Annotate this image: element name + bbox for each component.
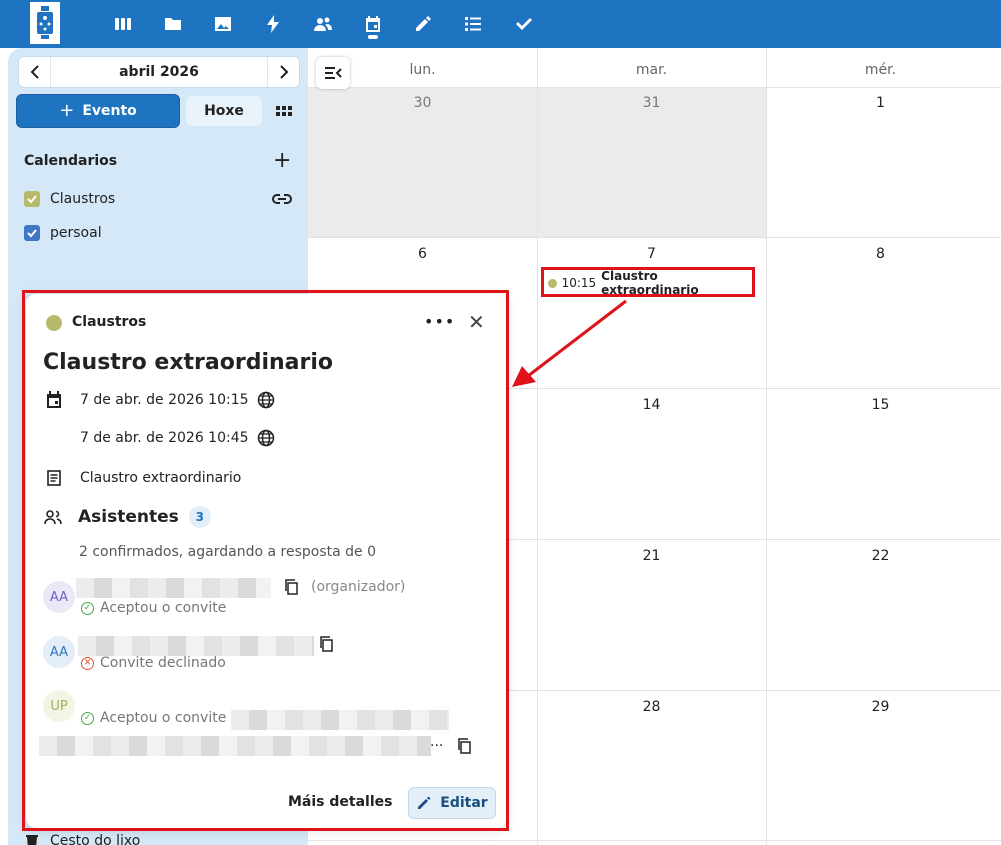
chevron-left-icon	[30, 65, 39, 79]
weekday-header: mar.	[635, 62, 668, 78]
day-number[interactable]: 30	[308, 95, 537, 111]
calendars-heading: Calendarios	[24, 153, 118, 169]
activity-icon[interactable]	[257, 8, 289, 40]
grid-divider	[766, 48, 767, 845]
day-number[interactable]: 28	[537, 699, 766, 715]
day-number[interactable]: 29	[766, 699, 995, 715]
day-number[interactable]: 21	[537, 548, 766, 564]
today-button[interactable]: Hoxe	[186, 96, 262, 126]
day-number[interactable]: 1	[766, 95, 995, 111]
top-app-bar	[0, 0, 1001, 48]
weekday-header: lun.	[409, 62, 436, 78]
trash-label: Cesto do lixo	[50, 833, 141, 845]
weekday-header: mér.	[864, 62, 897, 78]
logo[interactable]	[30, 2, 60, 44]
new-event-label: Evento	[82, 103, 137, 119]
calendar-item-claustros[interactable]: Claustros	[24, 189, 115, 209]
plus-icon: +	[59, 100, 75, 121]
calendar-label: persoal	[50, 225, 102, 241]
day-number[interactable]: 14	[537, 397, 766, 413]
share-link-icon[interactable]	[272, 191, 292, 207]
month-label[interactable]: abril 2026	[51, 57, 267, 87]
trash-bin[interactable]: Cesto do lixo	[24, 833, 140, 845]
files-icon[interactable]	[157, 8, 189, 40]
active-app-indicator	[368, 35, 378, 39]
day-number[interactable]: 15	[766, 397, 995, 413]
view-grid-icon[interactable]	[274, 102, 294, 122]
trash-icon	[26, 835, 38, 845]
day-number[interactable]: 6	[308, 246, 537, 262]
new-event-button[interactable]: + Evento	[16, 94, 180, 128]
checkmark-icon[interactable]	[507, 8, 539, 40]
day-number[interactable]: 22	[766, 548, 995, 564]
calendar-item-persoal[interactable]: persoal	[24, 223, 102, 243]
day-number[interactable]: 7	[537, 246, 766, 262]
grid-divider	[308, 237, 1001, 238]
day-number[interactable]: 31	[537, 95, 766, 111]
grid-divider	[537, 48, 538, 845]
next-month-button[interactable]	[267, 57, 299, 87]
previous-month-button[interactable]	[19, 57, 51, 87]
tasks-icon[interactable]	[457, 8, 489, 40]
chevron-right-icon	[279, 65, 288, 79]
grid-divider	[308, 87, 1001, 88]
event-highlight-annotation	[541, 267, 755, 297]
day-number[interactable]: 8	[766, 246, 995, 262]
notes-icon[interactable]	[407, 8, 439, 40]
dashboard-icon[interactable]	[107, 8, 139, 40]
month-navigator: abril 2026	[18, 56, 300, 88]
photos-icon[interactable]	[207, 8, 239, 40]
popover-highlight-annotation	[22, 290, 509, 831]
grid-divider	[308, 840, 1001, 841]
add-calendar-icon[interactable]: +	[273, 148, 291, 173]
contacts-icon[interactable]	[307, 8, 339, 40]
coat-of-arms-icon	[37, 6, 53, 39]
checkbox-icon[interactable]	[24, 225, 40, 241]
calendar-label: Claustros	[50, 191, 116, 207]
checkbox-icon[interactable]	[24, 191, 40, 207]
